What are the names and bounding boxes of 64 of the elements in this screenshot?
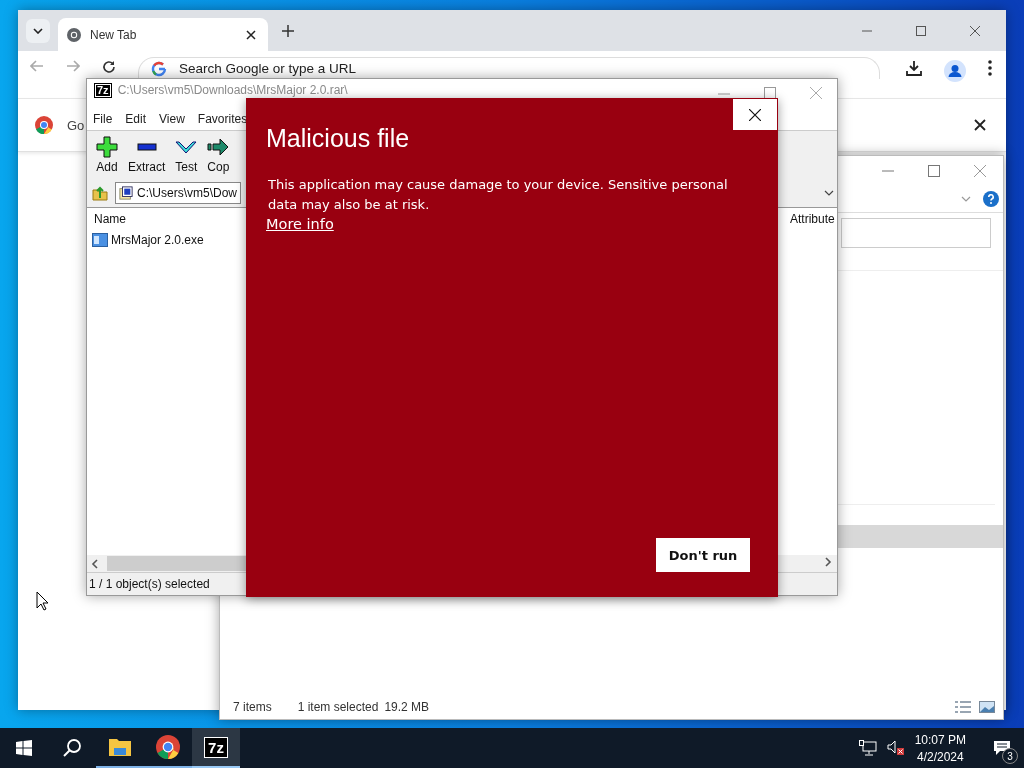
status-text: 1 / 1 object(s) selected	[89, 577, 210, 591]
clock-date[interactable]: 4/2/2024	[916, 749, 964, 764]
menu-icon[interactable]	[988, 60, 992, 76]
browser-tab[interactable]: New Tab	[58, 18, 268, 51]
plus-icon	[96, 136, 118, 158]
column-header[interactable]: Name	[94, 212, 126, 226]
close-icon	[749, 108, 761, 121]
infobar-text: Go	[67, 117, 85, 133]
scroll-left-icon[interactable]	[91, 558, 99, 569]
column-header[interactable]: Attribute	[790, 212, 835, 226]
search-field[interactable]	[841, 218, 991, 248]
maximize-icon[interactable]	[928, 165, 940, 177]
help-icon[interactable]	[983, 191, 999, 207]
reload-icon[interactable]	[102, 60, 116, 74]
notification-count: 3	[1002, 748, 1018, 764]
menu-item[interactable]: Favorites	[197, 112, 248, 126]
selection-status: 1 item selected	[297, 700, 379, 714]
window-title: C:\Users\vm5\Downloads\MrsMajor 2.0.rar\	[117, 83, 348, 97]
toolbar-button[interactable]: Test	[173, 136, 200, 174]
dont-run-button[interactable]: Don't run	[656, 538, 750, 572]
archive-icon	[119, 185, 133, 201]
folder-icon	[108, 737, 132, 757]
menu-item[interactable]: View	[159, 112, 185, 126]
chrome-logo-icon	[66, 26, 82, 43]
folder-up-icon[interactable]	[91, 184, 109, 202]
scroll-right-icon[interactable]	[824, 557, 832, 567]
taskbar-app[interactable]: 7z	[192, 728, 240, 768]
menu-item[interactable]: Edit	[125, 112, 147, 126]
cursor-icon	[36, 591, 49, 611]
google-logo-icon	[151, 61, 167, 77]
close-icon[interactable]	[974, 119, 986, 131]
profile-avatar-icon[interactable]	[944, 60, 966, 82]
close-icon[interactable]	[246, 29, 256, 40]
file-row[interactable]: MrsMajor 2.0.exe	[87, 230, 242, 250]
arrow-icon	[207, 136, 230, 158]
new-tab-icon[interactable]	[282, 24, 294, 37]
dialog-message: This application may cause damage to your device. Sensitive personal data may also be at risk.	[267, 176, 729, 214]
chrome-logo-icon	[156, 735, 180, 759]
toolbar-button[interactable]: Cop	[205, 136, 232, 174]
tab-search-button[interactable]	[26, 18, 50, 43]
windows-logo-icon	[16, 740, 32, 756]
dropdown-icon[interactable]	[824, 190, 834, 196]
toolbar-button[interactable]: Add	[94, 136, 120, 174]
application-icon	[92, 233, 108, 247]
toolbar-button[interactable]: Extract	[126, 136, 168, 174]
dialog-title: Malicious file	[266, 124, 411, 153]
item-count: 7 items	[233, 700, 272, 714]
network-icon[interactable]	[858, 740, 877, 756]
volume-muted-icon[interactable]	[886, 740, 905, 756]
maximize-icon[interactable]	[916, 25, 926, 36]
chevron-down-icon	[33, 27, 43, 34]
more-info-link[interactable]: More info	[266, 216, 334, 232]
download-icon[interactable]	[906, 60, 922, 76]
chevron-down-icon[interactable]	[961, 196, 971, 202]
address-placeholder: Search Google or type a URL	[179, 61, 357, 76]
selection-size: 19.2 MB	[384, 700, 430, 714]
clock-time[interactable]: 10:07 PM	[914, 732, 966, 747]
path-field[interactable]: C:\Users\vm5\Dow	[115, 182, 241, 204]
app-logo: 7z	[94, 83, 112, 98]
search-icon	[62, 738, 82, 758]
tab-title: New Tab	[90, 27, 138, 42]
thumbnail-view-icon[interactable]	[979, 701, 995, 713]
menu-item[interactable]: File	[93, 112, 113, 126]
chrome-logo-icon	[35, 116, 53, 134]
